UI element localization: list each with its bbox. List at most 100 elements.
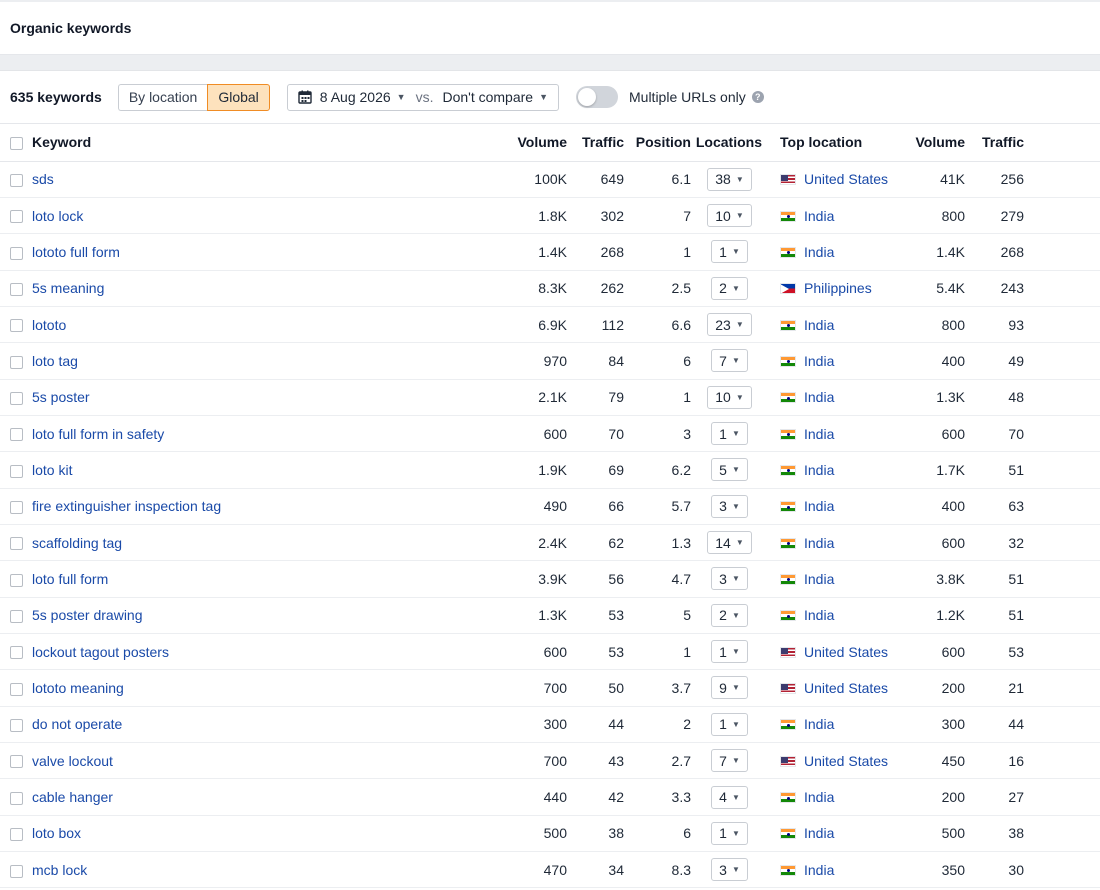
keyword-link[interactable]: loto box: [32, 825, 81, 841]
keyword-link[interactable]: sds: [32, 171, 54, 187]
top-location-link[interactable]: India: [804, 825, 834, 841]
top-location-link[interactable]: India: [804, 462, 834, 478]
row-checkbox[interactable]: [10, 537, 23, 551]
global-button[interactable]: Global: [207, 83, 270, 111]
header-location-traffic[interactable]: Traffic: [965, 124, 1024, 161]
chevron-down-icon: ▼: [731, 683, 740, 693]
row-checkbox[interactable]: [10, 573, 23, 587]
top-location-link[interactable]: India: [804, 862, 834, 878]
locations-dropdown[interactable]: 2 ▼: [711, 276, 748, 300]
keyword-link[interactable]: 5s poster: [32, 389, 90, 405]
row-checkbox[interactable]: [10, 173, 23, 187]
multiple-urls-toggle[interactable]: [576, 86, 618, 108]
locations-dropdown[interactable]: 38 ▼: [707, 167, 752, 191]
header-top-location[interactable]: Top location: [768, 124, 898, 161]
locations-dropdown[interactable]: 1 ▼: [711, 240, 748, 264]
keyword-link[interactable]: loto lock: [32, 208, 83, 224]
keyword-link[interactable]: valve lockout: [32, 753, 113, 769]
locations-dropdown[interactable]: 3 ▼: [711, 567, 748, 591]
keyword-link[interactable]: do not operate: [32, 716, 122, 732]
row-checkbox[interactable]: [10, 610, 23, 624]
top-location-link[interactable]: India: [804, 208, 834, 224]
keyword-link[interactable]: lototo meaning: [32, 680, 124, 696]
keyword-link[interactable]: lototo full form: [32, 244, 120, 260]
top-location-link[interactable]: India: [804, 389, 834, 405]
top-location-link[interactable]: United States: [804, 171, 888, 187]
locations-dropdown[interactable]: 23 ▼: [707, 313, 752, 337]
keyword-link[interactable]: loto full form: [32, 571, 108, 587]
keyword-link[interactable]: fire extinguisher inspection tag: [32, 498, 221, 514]
row-checkbox[interactable]: [10, 464, 23, 478]
row-checkbox[interactable]: [10, 428, 23, 442]
top-location-link[interactable]: India: [804, 607, 834, 623]
top-location-link[interactable]: United States: [804, 680, 888, 696]
row-checkbox[interactable]: [10, 828, 23, 842]
row-checkbox[interactable]: [10, 719, 23, 733]
row-checkbox[interactable]: [10, 392, 23, 406]
locations-dropdown[interactable]: 2 ▼: [711, 603, 748, 627]
header-keyword[interactable]: Keyword: [32, 124, 505, 161]
row-checkbox[interactable]: [10, 755, 23, 769]
top-location-link[interactable]: India: [804, 426, 834, 442]
row-checkbox[interactable]: [10, 646, 23, 660]
keyword-link[interactable]: mcb lock: [32, 862, 87, 878]
keyword-link[interactable]: lockout tagout posters: [32, 644, 169, 660]
row-checkbox[interactable]: [10, 355, 23, 369]
top-location-link[interactable]: United States: [804, 753, 888, 769]
top-location-link[interactable]: India: [804, 716, 834, 732]
keyword-link[interactable]: 5s poster drawing: [32, 607, 143, 623]
header-position[interactable]: Position: [624, 124, 691, 161]
help-icon[interactable]: ?: [751, 91, 764, 103]
locations-dropdown[interactable]: 14 ▼: [707, 531, 752, 555]
locations-dropdown[interactable]: 10 ▼: [707, 204, 752, 228]
row-check-cell: [0, 161, 32, 197]
keyword-link[interactable]: loto full form in safety: [32, 426, 164, 442]
keyword-link[interactable]: scaffolding tag: [32, 535, 122, 551]
keyword-link[interactable]: 5s meaning: [32, 280, 104, 296]
locations-dropdown[interactable]: 7 ▼: [711, 749, 748, 773]
locations-dropdown[interactable]: 4 ▼: [711, 785, 748, 809]
position-cell: 6.6: [671, 316, 691, 333]
top-location-link[interactable]: India: [804, 317, 834, 333]
header-volume[interactable]: Volume: [505, 124, 567, 161]
keyword-link[interactable]: loto kit: [32, 462, 72, 478]
header-locations[interactable]: Locations: [691, 124, 768, 161]
locations-dropdown[interactable]: 7 ▼: [711, 349, 748, 373]
locations-dropdown[interactable]: 3 ▼: [711, 858, 748, 882]
by-location-button[interactable]: By location: [117, 83, 208, 111]
row-checkbox[interactable]: [10, 319, 23, 333]
top-location-link[interactable]: India: [804, 498, 834, 514]
row-checkbox[interactable]: [10, 682, 23, 696]
locations-dropdown[interactable]: 3 ▼: [711, 494, 748, 518]
header-traffic[interactable]: Traffic: [567, 124, 624, 161]
row-checkbox[interactable]: [10, 791, 23, 805]
row-checkbox[interactable]: [10, 864, 23, 878]
top-location-link[interactable]: Philippines: [804, 280, 872, 296]
top-location-link[interactable]: India: [804, 353, 834, 369]
row-checkbox[interactable]: [10, 210, 23, 224]
locations-dropdown[interactable]: 1 ▼: [711, 712, 748, 736]
keyword-link[interactable]: cable hanger: [32, 789, 113, 805]
locations-dropdown[interactable]: 10 ▼: [707, 385, 752, 409]
position-cell: 5.7: [671, 498, 691, 515]
keyword-count: 635 keywords: [10, 89, 102, 105]
date-compare-picker[interactable]: 8 Aug 2026 ▼ vs. Don't compare ▼: [286, 83, 559, 111]
top-location-link[interactable]: United States: [804, 644, 888, 660]
top-location-link[interactable]: India: [804, 789, 834, 805]
top-location-link[interactable]: India: [804, 571, 834, 587]
header-location-volume[interactable]: Volume: [898, 124, 965, 161]
top-location-link[interactable]: India: [804, 244, 834, 260]
row-checkbox[interactable]: [10, 246, 23, 260]
locations-dropdown[interactable]: 5 ▼: [711, 458, 748, 482]
select-all-checkbox[interactable]: [10, 137, 23, 151]
row-checkbox[interactable]: [10, 501, 23, 515]
row-checkbox[interactable]: [10, 283, 23, 296]
locations-dropdown[interactable]: 9 ▼: [711, 676, 748, 700]
locations-dropdown[interactable]: 1 ▼: [711, 422, 748, 446]
top-location-link[interactable]: India: [804, 535, 834, 551]
locations-dropdown[interactable]: 1 ▼: [711, 821, 748, 845]
keyword-link[interactable]: lototo: [32, 317, 66, 333]
locations-count: 3: [719, 861, 727, 878]
locations-dropdown[interactable]: 1 ▼: [711, 640, 748, 664]
keyword-link[interactable]: loto tag: [32, 353, 78, 369]
